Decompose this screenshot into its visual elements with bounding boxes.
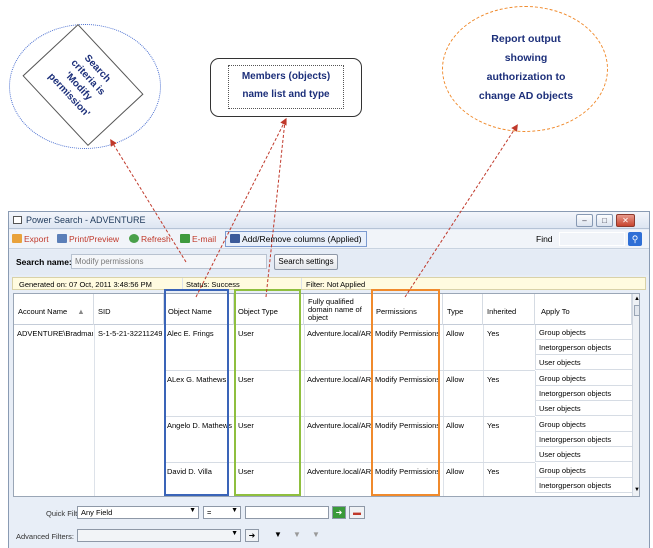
type-cell[interactable]: Allow bbox=[446, 467, 482, 476]
apply-to-item[interactable]: Inetorgperson objects bbox=[535, 386, 632, 401]
filter-panel: Quick Filter: Any Field ▼ = ▼ ➜ ▬ Advanced… bbox=[9, 500, 649, 548]
fqdn-cell[interactable]: Adventure.local/AR bbox=[307, 375, 371, 384]
apply-to-item[interactable]: User objects bbox=[535, 355, 632, 370]
quick-filter-operator-select[interactable]: = ▼ bbox=[203, 506, 241, 519]
col-account-name[interactable]: Account Name ▲ bbox=[14, 294, 94, 325]
filter-text: Filter: Not Applied bbox=[306, 280, 366, 289]
apply-to-item[interactable]: Group objects bbox=[535, 371, 632, 386]
clear-filter-button[interactable]: ▬ bbox=[349, 506, 365, 519]
search-settings-button[interactable]: Search settings bbox=[274, 254, 338, 270]
apply-filter-button[interactable]: ➜ bbox=[332, 506, 346, 519]
status-text: Status: Success bbox=[186, 280, 240, 289]
apply-to-item[interactable]: Inetorgperson objects bbox=[535, 432, 632, 447]
col-type[interactable]: Type bbox=[443, 294, 483, 325]
app-icon bbox=[13, 216, 22, 224]
eraser-icon: ▬ bbox=[353, 508, 361, 517]
quick-filter-value-input[interactable] bbox=[245, 506, 329, 519]
chevron-down-icon: ▼ bbox=[189, 507, 196, 514]
title-bar[interactable]: Power Search - ADVENTURE – □ ✕ bbox=[9, 212, 649, 229]
object-type-highlight bbox=[234, 289, 301, 496]
sort-arrow-icon: ▲ bbox=[77, 306, 85, 316]
funnel-edit-icon: ▼ bbox=[293, 530, 301, 539]
print-preview-button[interactable]: Print/Preview bbox=[57, 234, 119, 244]
power-search-window: Power Search - ADVENTURE – □ ✕ Export Pr… bbox=[8, 211, 650, 548]
sid-cell[interactable]: S-1-5-21-3221124951 bbox=[98, 329, 162, 338]
apply-to-item[interactable]: Inetorgperson objects bbox=[535, 478, 632, 493]
members-text: Members (objects) name list and type bbox=[241, 71, 331, 100]
find-button[interactable]: ⚲ bbox=[628, 232, 642, 246]
apply-to-item[interactable]: User objects bbox=[535, 401, 632, 416]
scroll-thumb[interactable] bbox=[634, 305, 639, 316]
col-inherited[interactable]: Inherited bbox=[483, 294, 535, 325]
type-cell[interactable]: Allow bbox=[446, 375, 482, 384]
advanced-apply-button[interactable]: ➜ bbox=[245, 529, 259, 542]
printer-icon bbox=[57, 234, 67, 243]
fqdn-cell[interactable]: Adventure.local/AR bbox=[307, 421, 371, 430]
minimize-button[interactable]: – bbox=[576, 214, 593, 227]
col-fqdn[interactable]: Fully qualified domain name of object bbox=[304, 294, 372, 325]
funnel-remove-icon: ▼ bbox=[312, 530, 320, 539]
scroll-down-arrow-icon[interactable]: ▼ bbox=[634, 487, 639, 493]
status-bar: Generated on: 07 Oct, 2011 3:48:56 PM St… bbox=[12, 277, 646, 290]
apply-to-item[interactable]: Group objects bbox=[535, 463, 632, 478]
col-sid[interactable]: SID bbox=[94, 294, 164, 325]
quick-filter-field-select[interactable]: Any Field ▼ bbox=[77, 506, 199, 519]
inherited-cell[interactable]: Yes bbox=[487, 329, 527, 338]
inherited-cell[interactable]: Yes bbox=[487, 467, 527, 476]
arrow-right-icon: ➜ bbox=[335, 508, 343, 517]
object-name-highlight bbox=[164, 289, 229, 496]
search-row: Search name: Modify permissions Search s… bbox=[9, 250, 649, 275]
filter-edit-button[interactable]: ▼ bbox=[290, 529, 304, 542]
email-button[interactable]: E-mail bbox=[180, 234, 216, 244]
fqdn-cell[interactable]: Adventure.local/AR bbox=[307, 467, 371, 476]
window-title: Power Search - ADVENTURE bbox=[26, 215, 146, 225]
results-grid: Account Name ▲ SID Object Name Object Typ… bbox=[13, 293, 640, 497]
report-text: Report output showing authorization to c… bbox=[478, 33, 574, 102]
find-label: Find bbox=[536, 234, 553, 244]
annotated-screenshot: Search criteria is 'Modify permission' M… bbox=[0, 0, 653, 548]
advanced-filters-label: Advanced Filters: bbox=[16, 532, 74, 541]
vertical-scrollbar[interactable]: ▲ ▼ bbox=[632, 294, 639, 496]
grid-header: Account Name ▲ SID Object Name Object Typ… bbox=[14, 294, 639, 325]
toolbar: Export Print/Preview Refresh E-mail Add/… bbox=[9, 230, 649, 249]
apply-to-item[interactable]: Inetorgperson objects bbox=[535, 340, 632, 355]
filter-button[interactable]: ▼ bbox=[271, 529, 285, 542]
col-apply-to[interactable]: Apply To bbox=[535, 294, 632, 325]
refresh-button[interactable]: Refresh bbox=[129, 234, 171, 244]
add-remove-columns-button[interactable]: Add/Remove columns (Applied) bbox=[225, 231, 367, 247]
type-cell[interactable]: Allow bbox=[446, 421, 482, 430]
apply-to-item[interactable]: User objects bbox=[535, 447, 632, 462]
maximize-button[interactable]: □ bbox=[596, 214, 613, 227]
inherited-cell[interactable]: Yes bbox=[487, 375, 527, 384]
account-name-cell[interactable]: ADVENTURE\Bradman bbox=[17, 329, 93, 338]
search-name-label: Search name: bbox=[16, 257, 72, 267]
advanced-filter-select[interactable]: ▼ bbox=[77, 529, 241, 542]
find-input[interactable] bbox=[559, 232, 625, 246]
export-button[interactable]: Export bbox=[12, 234, 49, 244]
generated-on: Generated on: 07 Oct, 2011 3:48:56 PM bbox=[19, 280, 152, 289]
type-cell[interactable]: Allow bbox=[446, 329, 482, 338]
scroll-up-arrow-icon[interactable]: ▲ bbox=[634, 296, 639, 302]
permissions-highlight bbox=[371, 289, 440, 496]
refresh-icon bbox=[129, 234, 139, 243]
search-icon: ⚲ bbox=[631, 234, 639, 244]
close-button[interactable]: ✕ bbox=[616, 214, 635, 227]
email-icon bbox=[180, 234, 190, 243]
chevron-down-icon: ▼ bbox=[231, 507, 238, 514]
apply-to-item[interactable]: Group objects bbox=[535, 325, 632, 340]
search-name-field[interactable]: Modify permissions bbox=[71, 254, 267, 269]
fqdn-cell[interactable]: Adventure.local/AR bbox=[307, 329, 371, 338]
apply-to-item[interactable]: Group objects bbox=[535, 417, 632, 432]
export-icon bbox=[12, 234, 22, 243]
filter-remove-button[interactable]: ▼ bbox=[309, 529, 323, 542]
chevron-down-icon: ▼ bbox=[231, 530, 238, 537]
columns-icon bbox=[230, 234, 240, 243]
inherited-cell[interactable]: Yes bbox=[487, 421, 527, 430]
funnel-icon: ▼ bbox=[274, 530, 282, 539]
arrow-right-icon: ➜ bbox=[248, 531, 256, 540]
